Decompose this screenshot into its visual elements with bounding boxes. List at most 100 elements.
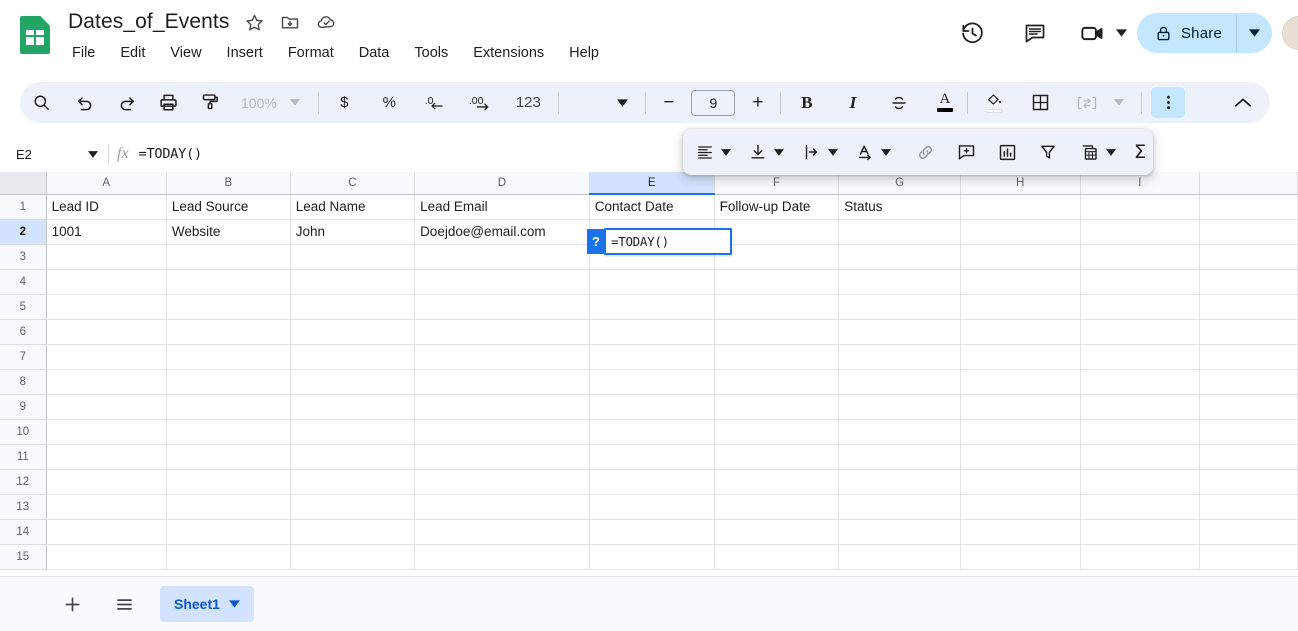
- zoom-chevron-down-icon[interactable]: [280, 87, 311, 118]
- cell-e11[interactable]: [589, 444, 715, 470]
- cell-b3[interactable]: [166, 244, 291, 270]
- functions-chevron-down-icon[interactable]: [1104, 137, 1118, 167]
- cell-a14[interactable]: [46, 519, 167, 545]
- print-icon[interactable]: [153, 87, 184, 118]
- cell-e7[interactable]: [589, 344, 715, 370]
- cell-c15[interactable]: [290, 544, 416, 570]
- cell-f1[interactable]: Follow-up Date: [714, 194, 840, 220]
- cell-g6[interactable]: [838, 319, 961, 345]
- row-header-7[interactable]: 7: [0, 344, 47, 370]
- cell-d11[interactable]: [414, 444, 590, 470]
- cell-d3[interactable]: [414, 244, 590, 270]
- table-row[interactable]: 5: [0, 294, 1298, 320]
- cell-a2[interactable]: 1001: [46, 219, 167, 245]
- cell-b12[interactable]: [166, 469, 291, 495]
- cell-i4[interactable]: [1080, 269, 1201, 295]
- active-cell-editor[interactable]: =TODAY(): [604, 228, 732, 255]
- cell-h6[interactable]: [960, 319, 1081, 345]
- italic-button[interactable]: I: [837, 87, 868, 118]
- table-row[interactable]: 8: [0, 369, 1298, 395]
- cell-f14[interactable]: [714, 519, 840, 545]
- cell-h3[interactable]: [960, 244, 1081, 270]
- cell-d5[interactable]: [414, 294, 590, 320]
- cell-a4[interactable]: [46, 269, 167, 295]
- row-header-15[interactable]: 15: [0, 544, 47, 570]
- number-format-button[interactable]: 123: [511, 87, 546, 118]
- share-button[interactable]: Share: [1136, 13, 1236, 53]
- currency-format-button[interactable]: $: [329, 87, 360, 118]
- row-header-8[interactable]: 8: [0, 369, 47, 395]
- cell-b15[interactable]: [166, 544, 291, 570]
- cell-h14[interactable]: [960, 519, 1081, 545]
- row-header-3[interactable]: 3: [0, 244, 47, 270]
- cell-e13[interactable]: [589, 494, 715, 520]
- row-header-9[interactable]: 9: [0, 394, 47, 420]
- vertical-align-icon[interactable]: [744, 137, 772, 167]
- meet-camera-icon[interactable]: [1073, 9, 1113, 57]
- insert-link-icon[interactable]: [911, 137, 940, 167]
- cell-i2[interactable]: [1080, 219, 1201, 245]
- menu-file[interactable]: File: [69, 41, 98, 65]
- cell-h11[interactable]: [960, 444, 1081, 470]
- cell-i9[interactable]: [1080, 394, 1201, 420]
- increase-font-size-button[interactable]: +: [742, 87, 773, 118]
- column-header-b[interactable]: B: [166, 172, 291, 195]
- cell-c8[interactable]: [290, 369, 416, 395]
- cell-g11[interactable]: [838, 444, 961, 470]
- menu-tools[interactable]: Tools: [411, 41, 451, 65]
- cell-j15[interactable]: [1199, 544, 1298, 570]
- cell-d2[interactable]: Doejdoe@email.com: [414, 219, 590, 245]
- column-header-i[interactable]: I: [1080, 172, 1201, 195]
- cell-b1[interactable]: Lead Source: [166, 194, 291, 220]
- row-header-2[interactable]: 2: [0, 219, 47, 245]
- strikethrough-icon[interactable]: [883, 87, 914, 118]
- cell-f4[interactable]: [714, 269, 840, 295]
- row-header-14[interactable]: 14: [0, 519, 47, 545]
- cell-j3[interactable]: [1199, 244, 1298, 270]
- cell-e14[interactable]: [589, 519, 715, 545]
- cell-f3[interactable]: [714, 244, 840, 270]
- cell-c12[interactable]: [290, 469, 416, 495]
- cell-e9[interactable]: [589, 394, 715, 420]
- cell-i3[interactable]: [1080, 244, 1201, 270]
- row-header-1[interactable]: 1: [0, 194, 47, 220]
- cell-b6[interactable]: [166, 319, 291, 345]
- cell-a15[interactable]: [46, 544, 167, 570]
- cell-h1[interactable]: [960, 194, 1081, 220]
- comment-icon[interactable]: [1011, 9, 1059, 57]
- text-rotation-chevron-down-icon[interactable]: [879, 137, 893, 167]
- cell-h10[interactable]: [960, 419, 1081, 445]
- cell-h8[interactable]: [960, 369, 1081, 395]
- active-cell-input[interactable]: =TODAY(): [611, 234, 669, 249]
- formula-input[interactable]: =TODAY(): [139, 146, 203, 162]
- cell-a13[interactable]: [46, 494, 167, 520]
- merge-cells-icon[interactable]: [1071, 87, 1103, 118]
- cell-i13[interactable]: [1080, 494, 1201, 520]
- cell-c7[interactable]: [290, 344, 416, 370]
- cell-g8[interactable]: [838, 369, 961, 395]
- cell-d10[interactable]: [414, 419, 590, 445]
- table-row[interactable]: 1 Lead ID Lead Source Lead Name Lead Ema…: [0, 194, 1298, 220]
- cell-e6[interactable]: [589, 319, 715, 345]
- cell-f8[interactable]: [714, 369, 840, 395]
- move-to-folder-icon[interactable]: [279, 11, 301, 33]
- column-header-g[interactable]: G: [838, 172, 961, 195]
- cell-a5[interactable]: [46, 294, 167, 320]
- cell-e5[interactable]: [589, 294, 715, 320]
- cell-i14[interactable]: [1080, 519, 1201, 545]
- cell-b8[interactable]: [166, 369, 291, 395]
- cell-a11[interactable]: [46, 444, 167, 470]
- decrease-font-size-button[interactable]: −: [653, 87, 684, 118]
- cell-j9[interactable]: [1199, 394, 1298, 420]
- share-chevron-down-icon[interactable]: [1236, 13, 1272, 53]
- cell-h13[interactable]: [960, 494, 1081, 520]
- column-header-f[interactable]: F: [714, 172, 840, 195]
- cell-h2[interactable]: [960, 219, 1081, 245]
- add-sheet-icon[interactable]: [52, 584, 92, 624]
- cell-i15[interactable]: [1080, 544, 1201, 570]
- cell-b13[interactable]: [166, 494, 291, 520]
- menu-format[interactable]: Format: [285, 41, 337, 65]
- table-row[interactable]: 4: [0, 269, 1298, 295]
- cell-b7[interactable]: [166, 344, 291, 370]
- cell-d6[interactable]: [414, 319, 590, 345]
